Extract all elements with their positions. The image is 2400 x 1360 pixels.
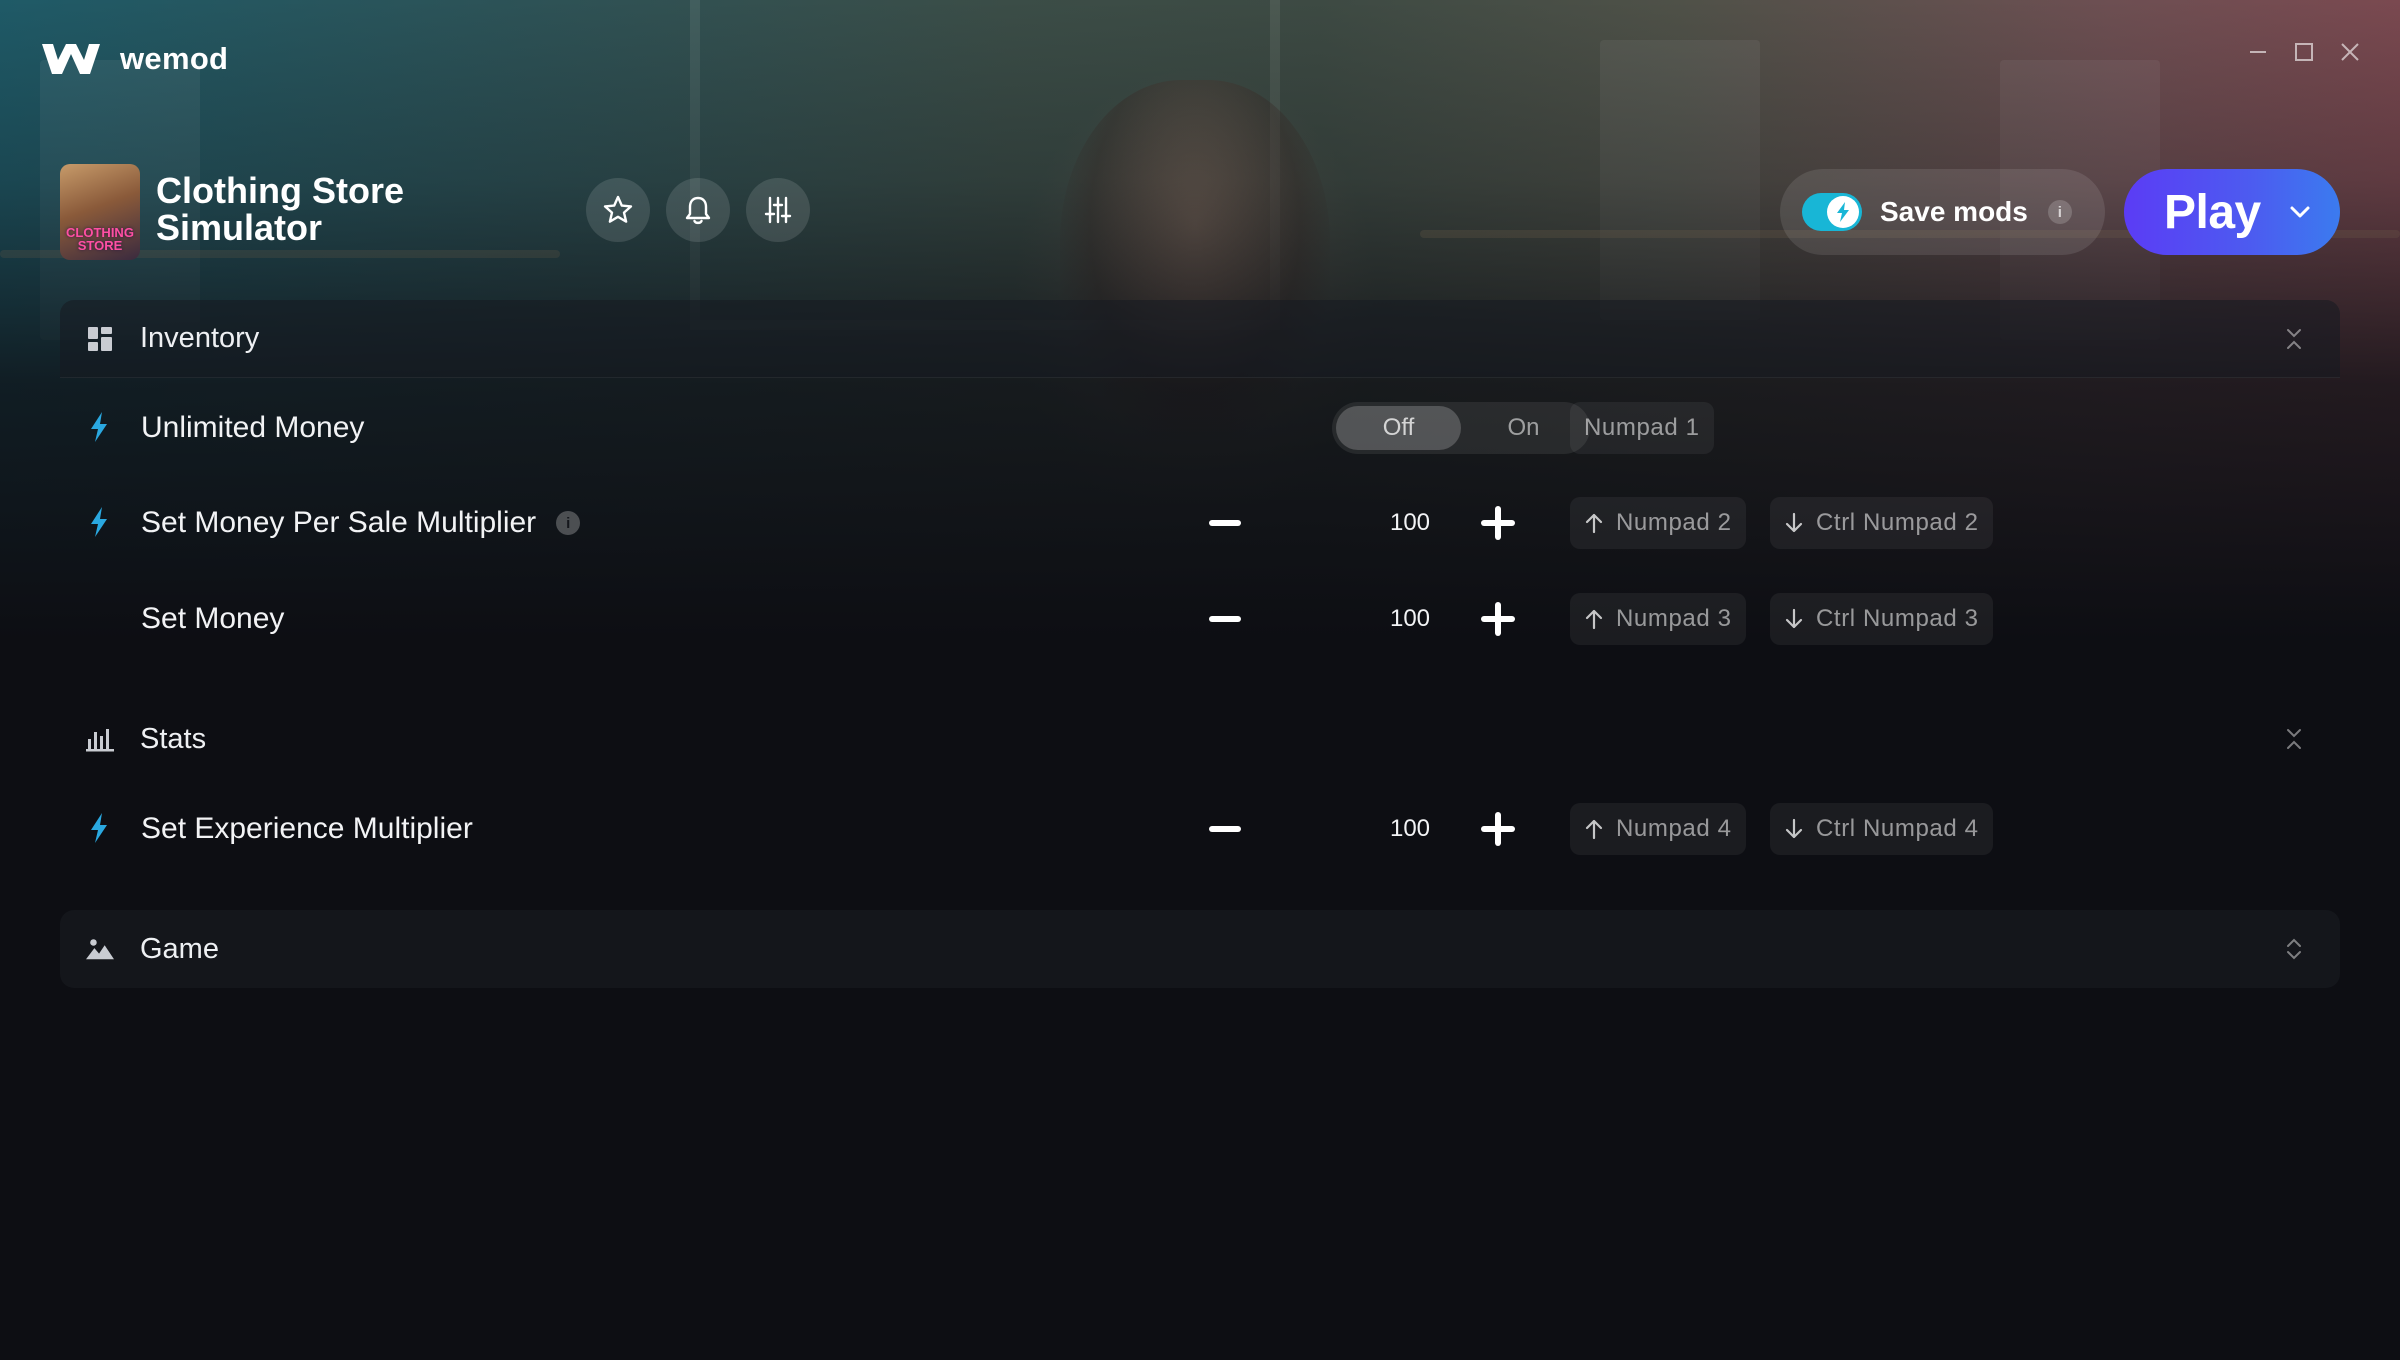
favorite-button[interactable] bbox=[586, 178, 650, 242]
section-label: Stats bbox=[140, 722, 207, 755]
collapse-icon[interactable] bbox=[2282, 327, 2306, 351]
save-mods-toggle[interactable] bbox=[1802, 193, 1862, 231]
app-window: wemod CLOTHING STORE Clothing Store Simu… bbox=[0, 0, 2400, 1360]
grid-icon bbox=[86, 325, 114, 353]
bar-chart-icon bbox=[86, 725, 114, 753]
close-icon[interactable] bbox=[2340, 42, 2360, 62]
hotkey-label: Ctrl Numpad 2 bbox=[1816, 509, 1979, 536]
arrow-up-icon bbox=[1584, 818, 1604, 840]
value-display[interactable]: 100 bbox=[1330, 581, 1490, 657]
brand: wemod bbox=[40, 38, 228, 80]
hotkey-increase-button[interactable]: Numpad 3 bbox=[1570, 593, 1746, 645]
mod-row-experience-multiplier: Set Experience Multiplier 100 Numpad 4 C… bbox=[60, 791, 2340, 867]
maximize-icon[interactable] bbox=[2294, 42, 2314, 62]
minus-icon bbox=[1209, 520, 1241, 526]
increase-button[interactable] bbox=[1478, 503, 1518, 543]
hotkey-label: Numpad 4 bbox=[1616, 815, 1732, 842]
section-label: Game bbox=[140, 932, 219, 965]
arrow-up-icon bbox=[1584, 512, 1604, 534]
minimize-icon[interactable] bbox=[2248, 42, 2268, 62]
expand-icon[interactable] bbox=[2282, 937, 2306, 961]
mod-label: Set Money bbox=[141, 602, 285, 635]
mod-label-text: Set Money Per Sale Multiplier bbox=[141, 506, 537, 539]
collapse-icon[interactable] bbox=[2282, 727, 2306, 751]
game-settings-button[interactable] bbox=[746, 178, 810, 242]
app-name: wemod bbox=[120, 41, 229, 76]
bolt-icon bbox=[1837, 202, 1849, 222]
toggle-on-option[interactable]: On bbox=[1461, 406, 1586, 450]
hotkey-label: Ctrl Numpad 3 bbox=[1816, 605, 1979, 632]
section-game[interactable]: Game bbox=[60, 910, 2340, 988]
plus-icon bbox=[1481, 506, 1515, 540]
mountain-icon bbox=[86, 935, 114, 963]
bell-icon bbox=[685, 196, 711, 225]
minus-icon bbox=[1209, 826, 1241, 832]
game-thumbnail: CLOTHING STORE bbox=[60, 164, 140, 260]
save-mods-label: Save mods bbox=[1880, 196, 2028, 227]
sliders-icon bbox=[764, 196, 792, 224]
bolt-icon bbox=[91, 813, 107, 843]
notifications-button[interactable] bbox=[666, 178, 730, 242]
minus-icon bbox=[1209, 616, 1241, 622]
arrow-up-icon bbox=[1584, 608, 1604, 630]
hotkey-label: Ctrl Numpad 4 bbox=[1816, 815, 1979, 842]
section-inventory[interactable]: Inventory bbox=[60, 300, 2340, 378]
bolt-icon bbox=[91, 412, 107, 442]
section-stats[interactable]: Stats bbox=[60, 700, 2340, 778]
play-button[interactable]: Play bbox=[2124, 169, 2340, 255]
mod-row-set-money: Set Money 100 Numpad 3 Ctrl Numpad 3 bbox=[60, 581, 2340, 657]
game-thumbnail-logo: CLOTHING STORE bbox=[66, 225, 134, 253]
arrow-down-icon bbox=[1784, 608, 1804, 630]
decrease-button[interactable] bbox=[1205, 503, 1245, 543]
star-icon bbox=[603, 195, 633, 223]
value-display[interactable]: 100 bbox=[1330, 485, 1490, 561]
arrow-down-icon bbox=[1784, 818, 1804, 840]
hotkey-button[interactable]: Numpad 1 bbox=[1570, 402, 1714, 454]
mod-row-money-per-sale-multiplier: Set Money Per Sale Multiplier i 100 Nump… bbox=[60, 485, 2340, 561]
info-icon[interactable]: i bbox=[556, 511, 581, 535]
hotkey-decrease-button[interactable]: Ctrl Numpad 2 bbox=[1770, 497, 1993, 549]
decrease-button[interactable] bbox=[1205, 809, 1245, 849]
hotkey-decrease-button[interactable]: Ctrl Numpad 4 bbox=[1770, 803, 1993, 855]
hotkey-decrease-button[interactable]: Ctrl Numpad 3 bbox=[1770, 593, 1993, 645]
unlimited-money-toggle[interactable]: Off On bbox=[1332, 402, 1590, 454]
plus-icon bbox=[1481, 602, 1515, 636]
hotkey-increase-button[interactable]: Numpad 2 bbox=[1570, 497, 1746, 549]
mod-row-unlimited-money: Unlimited Money Off On Numpad 1 bbox=[60, 390, 2340, 466]
increase-button[interactable] bbox=[1478, 809, 1518, 849]
value-display[interactable]: 100 bbox=[1330, 791, 1490, 867]
game-title: Clothing Store Simulator bbox=[156, 170, 404, 248]
play-label: Play bbox=[2164, 185, 2261, 239]
mod-label: Set Money Per Sale Multiplier i bbox=[141, 485, 581, 561]
wemod-logo-icon bbox=[42, 44, 100, 74]
section-label: Inventory bbox=[140, 322, 260, 354]
decrease-button[interactable] bbox=[1205, 599, 1245, 639]
hotkey-label: Numpad 3 bbox=[1616, 605, 1732, 632]
bolt-icon bbox=[91, 507, 107, 537]
window-controls bbox=[2248, 42, 2360, 62]
mod-label: Set Experience Multiplier bbox=[141, 812, 473, 845]
save-mods-info-icon[interactable]: i bbox=[2047, 200, 2072, 224]
increase-button[interactable] bbox=[1478, 599, 1518, 639]
plus-icon bbox=[1481, 812, 1515, 846]
save-mods-button[interactable]: Save mods i bbox=[1780, 169, 2105, 255]
arrow-down-icon bbox=[1784, 512, 1804, 534]
chevron-down-icon[interactable] bbox=[2289, 205, 2311, 219]
toggle-off-option[interactable]: Off bbox=[1336, 406, 1461, 450]
hotkey-increase-button[interactable]: Numpad 4 bbox=[1570, 803, 1746, 855]
hotkey-label: Numpad 2 bbox=[1616, 509, 1732, 536]
hotkey-label: Numpad 1 bbox=[1584, 414, 1700, 441]
mod-label: Unlimited Money bbox=[141, 411, 365, 444]
